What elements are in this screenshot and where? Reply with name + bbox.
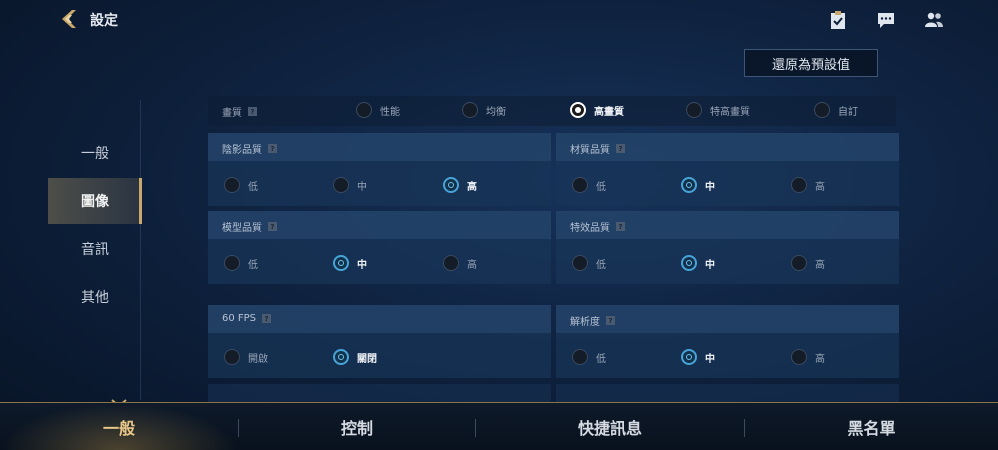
- effects-option-low[interactable]: 低: [572, 255, 606, 271]
- quality-label: 畫質 ?: [222, 104, 257, 119]
- radio-selected-icon: [333, 349, 349, 365]
- panel-title: 陰影品質 ?: [222, 141, 277, 156]
- radio-icon: [572, 255, 588, 271]
- help-icon[interactable]: ?: [606, 316, 615, 325]
- nav-item-general[interactable]: 一般: [48, 130, 142, 176]
- radio-icon: [224, 255, 240, 271]
- fps-option-on[interactable]: 開啟: [224, 349, 268, 365]
- quality-option-performance[interactable]: 性能: [356, 102, 400, 118]
- effects-option-high[interactable]: 高: [791, 255, 825, 271]
- nav-item-other[interactable]: 其他: [48, 274, 142, 320]
- tab-general[interactable]: 一般: [0, 403, 238, 450]
- shadow-option-medium[interactable]: 中: [333, 177, 367, 193]
- fps-option-off[interactable]: 關閉: [333, 349, 377, 365]
- help-icon[interactable]: ?: [268, 144, 277, 153]
- material-option-high[interactable]: 高: [791, 177, 825, 193]
- radio-icon: [686, 102, 702, 118]
- radio-icon: [572, 349, 588, 365]
- top-header: 設定: [0, 0, 998, 40]
- model-option-high[interactable]: 高: [443, 255, 477, 271]
- help-icon[interactable]: ?: [268, 222, 277, 231]
- shadow-option-high[interactable]: 高: [443, 177, 477, 193]
- radio-icon: [224, 349, 240, 365]
- radio-icon: [572, 177, 588, 193]
- help-icon[interactable]: ?: [616, 222, 625, 231]
- radio-icon: [333, 177, 349, 193]
- shadow-quality-panel: 陰影品質 ? 低 中 高: [208, 133, 551, 206]
- resolution-option-high[interactable]: 高: [791, 349, 825, 365]
- help-icon[interactable]: ?: [262, 314, 272, 323]
- radio-selected-icon: [443, 177, 459, 193]
- shadow-option-low[interactable]: 低: [224, 177, 258, 193]
- radio-icon: [462, 102, 478, 118]
- chat-icon[interactable]: [876, 10, 896, 30]
- radio-icon: [224, 177, 240, 193]
- reset-to-default-button[interactable]: 還原為預設值: [744, 49, 878, 77]
- model-option-low[interactable]: 低: [224, 255, 258, 271]
- effects-quality-panel: 特效品質 ? 低 中 高: [556, 211, 899, 284]
- nav-item-audio[interactable]: 音訊: [48, 226, 142, 272]
- back-chevron-icon[interactable]: [58, 8, 80, 30]
- quality-preset-row: 畫質 ? 性能 均衡 高畫質 特高畫質 自訂: [208, 96, 896, 126]
- material-option-low[interactable]: 低: [572, 177, 606, 193]
- resolution-option-medium[interactable]: 中: [681, 349, 715, 365]
- material-option-medium[interactable]: 中: [681, 177, 715, 193]
- radio-selected-icon: [333, 255, 349, 271]
- tab-quick-messages[interactable]: 快捷訊息: [476, 403, 744, 450]
- tab-controls[interactable]: 控制: [239, 403, 475, 450]
- quality-option-balanced[interactable]: 均衡: [462, 102, 506, 118]
- help-icon[interactable]: ?: [616, 144, 625, 153]
- hidden-panel-partial: [556, 384, 899, 402]
- radio-icon: [814, 102, 830, 118]
- fps-panel: 60 FPS ? 開啟 關閉: [208, 305, 551, 378]
- hidden-panel-partial: [208, 384, 551, 402]
- radio-selected-icon: [681, 349, 697, 365]
- radio-icon: [356, 102, 372, 118]
- clipboard-check-icon[interactable]: [828, 10, 848, 30]
- quality-option-custom[interactable]: 自訂: [814, 102, 858, 118]
- tab-blacklist[interactable]: 黑名單: [745, 403, 998, 450]
- panel-title: 模型品質 ?: [222, 219, 277, 234]
- radio-icon: [791, 177, 807, 193]
- resolution-option-low[interactable]: 低: [572, 349, 606, 365]
- nav-item-graphics[interactable]: 圖像: [48, 178, 142, 224]
- panel-title: 材質品質 ?: [570, 141, 625, 156]
- model-quality-panel: 模型品質 ? 低 中 高: [208, 211, 551, 284]
- panel-title: 解析度 ?: [570, 313, 615, 328]
- radio-icon: [443, 255, 459, 271]
- bottom-tab-bar: 一般 控制 快捷訊息 黑名單: [0, 402, 998, 450]
- model-option-medium[interactable]: 中: [333, 255, 367, 271]
- quality-option-ultra[interactable]: 特高畫質: [686, 102, 750, 118]
- quality-option-high[interactable]: 高畫質: [570, 102, 624, 118]
- resolution-panel: 解析度 ? 低 中 高: [556, 305, 899, 378]
- friends-icon[interactable]: [924, 10, 944, 30]
- panel-title: 60 FPS ?: [222, 313, 272, 324]
- panel-title: 特效品質 ?: [570, 219, 625, 234]
- radio-selected-icon: [570, 102, 586, 118]
- effects-option-medium[interactable]: 中: [681, 255, 715, 271]
- help-icon[interactable]: ?: [248, 107, 257, 116]
- radio-selected-icon: [681, 177, 697, 193]
- radio-selected-icon: [681, 255, 697, 271]
- radio-icon: [791, 349, 807, 365]
- radio-icon: [791, 255, 807, 271]
- material-quality-panel: 材質品質 ? 低 中 高: [556, 133, 899, 206]
- page-title: 設定: [90, 13, 118, 29]
